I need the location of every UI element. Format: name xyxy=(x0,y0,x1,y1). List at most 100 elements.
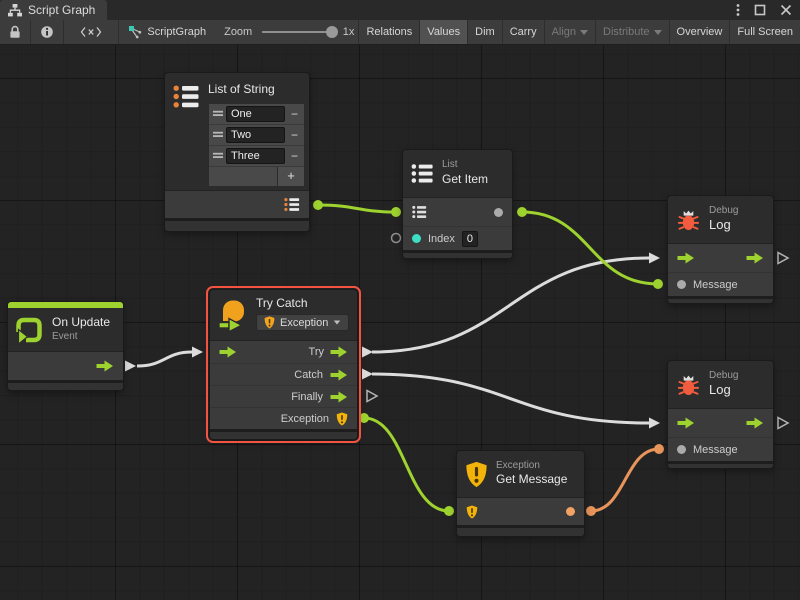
node-title: Log xyxy=(709,217,738,234)
list-add-row: + xyxy=(209,167,304,186)
message-label: Message xyxy=(693,279,738,291)
list-icon xyxy=(173,84,200,109)
wire-list-to-getitem xyxy=(318,205,396,212)
maximize-icon[interactable] xyxy=(754,4,766,16)
control-input-port[interactable] xyxy=(677,252,695,264)
node-footer xyxy=(668,461,773,468)
value-port-marker[interactable] xyxy=(653,279,663,289)
drag-handle-icon[interactable] xyxy=(209,152,226,159)
window-controls xyxy=(736,0,800,20)
remove-item-button[interactable]: − xyxy=(285,149,304,163)
graph-title: ScriptGraph xyxy=(118,25,216,39)
value-port-marker[interactable] xyxy=(654,444,664,454)
node-on-update[interactable]: On Update Event xyxy=(8,302,123,390)
control-input-port[interactable] xyxy=(677,417,695,429)
control-port-marker[interactable] xyxy=(125,361,136,372)
finally-output-port[interactable] xyxy=(330,391,348,403)
add-item-button[interactable]: + xyxy=(277,167,304,186)
list-output-port-row xyxy=(165,191,309,218)
toolbar-button-align[interactable]: Align xyxy=(544,20,595,44)
message-input-port[interactable] xyxy=(677,280,686,289)
node-title: On Update xyxy=(52,315,110,331)
control-port-marker[interactable] xyxy=(362,369,373,380)
list-output-port-icon[interactable] xyxy=(284,197,300,212)
list-item-input[interactable]: Three xyxy=(226,148,285,164)
port-label-finally: Finally xyxy=(291,391,323,403)
item-output-port[interactable] xyxy=(494,208,503,217)
value-port-marker[interactable] xyxy=(359,413,369,423)
toolbar-button-overview[interactable]: Overview xyxy=(669,20,730,44)
debug-message-row: Message xyxy=(668,437,773,461)
list-item-input[interactable]: Two xyxy=(226,127,285,143)
trycatch-catch-row: Catch xyxy=(210,363,357,385)
value-port-marker[interactable] xyxy=(313,200,323,210)
node-debug-log-bottom[interactable]: Debug Log Message xyxy=(668,361,773,468)
control-output-port[interactable] xyxy=(746,252,764,264)
kebab-menu-icon[interactable] xyxy=(736,3,740,17)
index-input-port[interactable] xyxy=(412,234,421,243)
wire-getitem-to-debugmessage-top xyxy=(522,212,658,284)
value-port-marker[interactable] xyxy=(586,506,596,516)
exception-shield-icon xyxy=(465,461,488,488)
code-view-button[interactable] xyxy=(64,20,118,44)
control-port-marker[interactable] xyxy=(649,253,660,264)
node-get-item[interactable]: List Get Item Index 0 xyxy=(403,150,512,258)
unconnected-control-port-marker[interactable] xyxy=(367,391,377,402)
lock-button[interactable] xyxy=(0,20,30,44)
list-icon xyxy=(411,163,434,184)
catch-output-port[interactable] xyxy=(330,369,348,381)
control-output-port[interactable] xyxy=(96,360,114,372)
exception-input-port[interactable] xyxy=(466,505,478,519)
message-input-port[interactable] xyxy=(677,445,686,454)
node-debug-log-top[interactable]: Debug Log Message xyxy=(668,196,773,303)
drag-handle-icon[interactable] xyxy=(209,110,226,117)
value-port-marker[interactable] xyxy=(517,207,527,217)
node-try-catch[interactable]: Try Catch Exception xyxy=(210,290,357,439)
toolbar-button-values[interactable]: Values xyxy=(419,20,467,44)
zoom-slider[interactable] xyxy=(262,31,333,33)
lock-icon xyxy=(9,25,21,39)
exception-output-port[interactable] xyxy=(336,412,348,426)
drag-handle-icon[interactable] xyxy=(209,131,226,138)
index-label: Index xyxy=(428,233,455,245)
unconnected-control-port-marker[interactable] xyxy=(778,418,788,429)
remove-item-button[interactable]: − xyxy=(285,107,304,121)
value-port-marker[interactable] xyxy=(444,506,454,516)
getmessage-port-row xyxy=(457,498,584,525)
try-output-port[interactable] xyxy=(330,346,348,358)
control-output-port[interactable] xyxy=(746,417,764,429)
toolbar-button-full-screen[interactable]: Full Screen xyxy=(729,20,800,44)
info-icon xyxy=(40,25,54,39)
remove-item-button[interactable]: − xyxy=(285,128,304,142)
control-port-marker[interactable] xyxy=(192,347,203,358)
control-port-marker[interactable] xyxy=(362,347,373,358)
control-input-port[interactable] xyxy=(219,346,237,358)
info-button[interactable] xyxy=(31,20,63,44)
list-input-port-icon[interactable] xyxy=(412,205,427,219)
script-graph-icon xyxy=(128,25,142,39)
node-kind: Debug xyxy=(709,205,738,218)
unconnected-value-port-marker[interactable] xyxy=(392,234,401,243)
index-value-input[interactable]: 0 xyxy=(462,231,478,247)
node-title: Try Catch xyxy=(256,296,349,312)
toolbar-button-relations[interactable]: Relations xyxy=(358,20,419,44)
close-icon[interactable] xyxy=(780,4,792,16)
list-item-input[interactable]: One xyxy=(226,106,285,122)
toolbar-button-dim[interactable]: Dim xyxy=(467,20,502,44)
exception-type-dropdown[interactable]: Exception xyxy=(256,314,349,331)
unconnected-control-port-marker[interactable] xyxy=(778,253,788,264)
graph-toolbar: ScriptGraph Zoom 1x Relations Values Dim… xyxy=(0,20,800,45)
toolbar-button-carry[interactable]: Carry xyxy=(502,20,544,44)
toolbar-button-distribute[interactable]: Distribute xyxy=(595,20,668,44)
list-item-row: Three − xyxy=(209,146,304,167)
value-port-marker[interactable] xyxy=(391,207,401,217)
node-kind: Debug xyxy=(709,370,738,383)
tab-script-graph[interactable]: Script Graph xyxy=(0,0,107,20)
message-output-port[interactable] xyxy=(566,507,575,516)
zoom-label: Zoom xyxy=(224,26,252,38)
zoom-slider-handle[interactable] xyxy=(326,26,338,38)
node-list-of-string[interactable]: List of String One − xyxy=(165,73,309,231)
graph-canvas[interactable]: List of String One − xyxy=(0,45,800,600)
node-get-message[interactable]: Exception Get Message xyxy=(457,451,584,536)
control-port-marker[interactable] xyxy=(649,418,660,429)
